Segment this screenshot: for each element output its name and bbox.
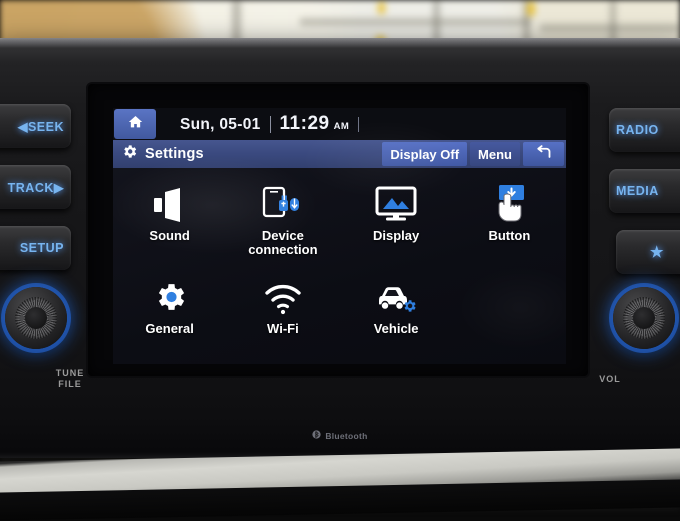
settings-item-label-line2: connection [248, 241, 318, 257]
wifi-icon [263, 271, 303, 315]
settings-item-wifi[interactable]: Wi-Fi [226, 271, 339, 336]
media-button-label: MEDIA [616, 184, 659, 198]
settings-item-empty [453, 271, 566, 336]
settings-row-2: General Wi-Fi Vehicle [113, 271, 566, 336]
gear-icon [121, 143, 138, 165]
seek-button[interactable]: ◀SEEK [0, 104, 71, 148]
settings-row-1: Sound Device connection Display Button [113, 178, 566, 256]
settings-item-label: Device connection [248, 229, 317, 256]
date-time-display: Sun, 05-01 11:29 AM [180, 113, 360, 135]
head-unit-top-bevel [0, 38, 680, 48]
settings-menu-grid: Sound Device connection Display Button G… [113, 168, 566, 336]
title-bar: Settings Display Off Menu [113, 140, 566, 168]
menu-button[interactable]: Menu [470, 142, 520, 166]
setup-button[interactable]: SETUP [0, 226, 71, 270]
bluetooth-logo: Bluetooth [0, 429, 680, 442]
tune-label: TUNE [55, 368, 85, 378]
home-icon [127, 114, 144, 135]
status-date: Sun, 05-01 [180, 116, 261, 133]
volume-knob-label: VOL [580, 374, 640, 385]
tune-file-knob[interactable] [5, 287, 67, 349]
settings-item-button[interactable]: Button [453, 178, 566, 256]
seek-button-label: ◀SEEK [17, 119, 64, 134]
vol-label: VOL [599, 374, 621, 384]
settings-item-label: Button [488, 228, 531, 243]
display-monitor-icon [375, 178, 417, 222]
settings-item-sound[interactable]: Sound [113, 178, 226, 256]
settings-item-label: Vehicle [373, 321, 419, 336]
tune-file-knob-label: TUNE FILE [40, 368, 100, 390]
file-label: FILE [58, 379, 82, 389]
page-title: Settings [145, 146, 204, 162]
home-button[interactable] [114, 109, 156, 139]
bluetooth-logo-text: Bluetooth [325, 430, 368, 441]
setup-button-label: SETUP [19, 241, 64, 255]
radio-button-label: RADIO [616, 123, 659, 137]
media-button[interactable]: MEDIA [609, 169, 680, 213]
settings-item-label: General [145, 321, 194, 336]
button-press-icon [490, 178, 528, 222]
speaker-icon [151, 178, 189, 222]
track-button-label: TRACK▶ [7, 180, 64, 195]
back-arrow-icon [534, 145, 553, 163]
back-button[interactable] [523, 142, 564, 166]
bluetooth-icon [312, 429, 321, 442]
settings-item-general[interactable]: General [113, 271, 226, 336]
favorite-button[interactable]: ★ [616, 230, 680, 274]
settings-item-label: Sound [149, 228, 190, 243]
star-icon: ★ [650, 244, 664, 261]
device-connection-icon [261, 178, 305, 222]
display-off-button[interactable]: Display Off [382, 142, 468, 166]
infotainment-screen[interactable]: Sun, 05-01 11:29 AM Settings Display Off… [113, 108, 566, 364]
settings-item-label: Wi-Fi [267, 321, 299, 336]
radio-button[interactable]: RADIO [609, 108, 680, 152]
settings-item-vehicle[interactable]: Vehicle [340, 271, 453, 336]
vehicle-gear-icon [375, 271, 417, 315]
volume-knob[interactable] [613, 287, 675, 349]
track-button[interactable]: TRACK▶ [0, 165, 71, 209]
status-trailing-divider [358, 116, 360, 132]
settings-item-label: Display [373, 228, 420, 243]
status-ampm: AM [333, 121, 350, 132]
settings-item-display[interactable]: Display [340, 178, 453, 256]
title-bar-actions: Display Off Menu [382, 140, 566, 168]
status-bar: Sun, 05-01 11:29 AM [113, 108, 566, 140]
general-gear-icon [152, 271, 188, 315]
settings-item-device-connection[interactable]: Device connection [226, 178, 339, 256]
date-time-separator [269, 115, 271, 133]
status-time: 11:29 [279, 113, 330, 134]
